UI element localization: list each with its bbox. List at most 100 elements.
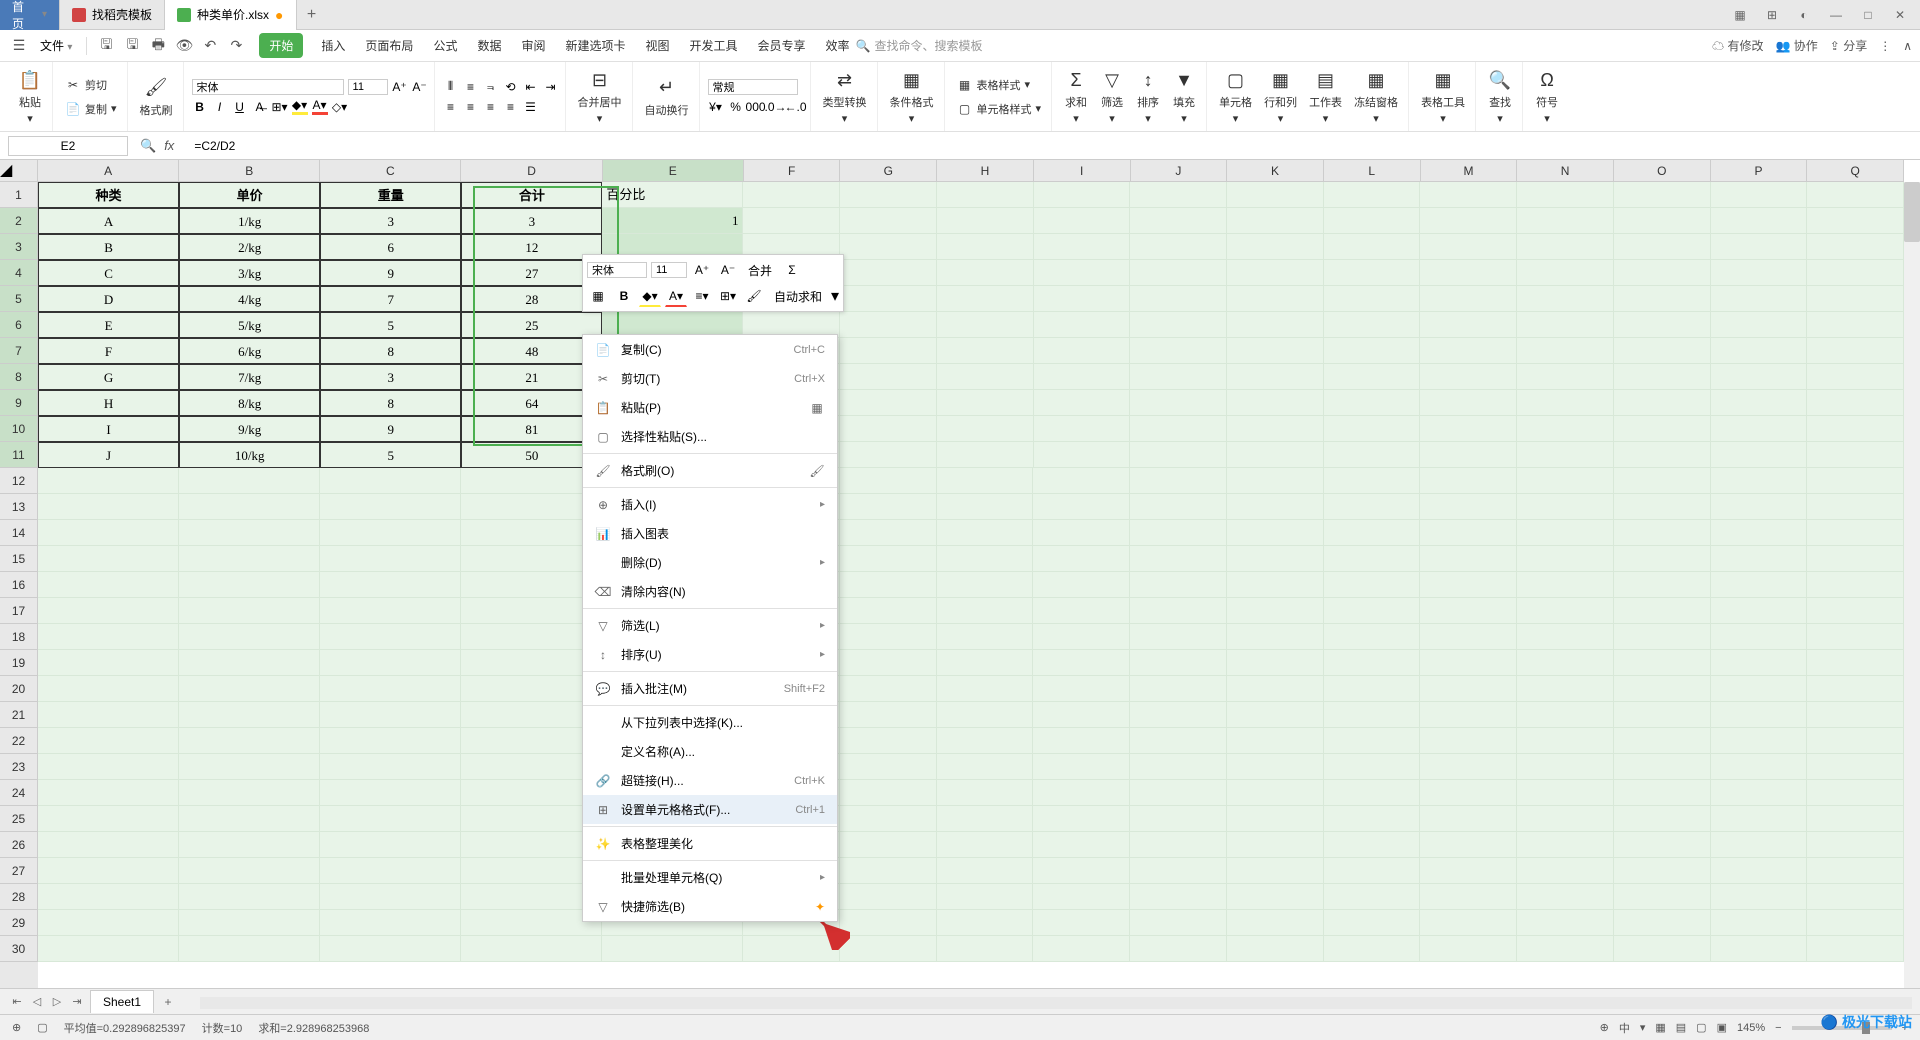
cell-J27[interactable] bbox=[1130, 858, 1227, 884]
row-header-4[interactable]: 4 bbox=[0, 260, 38, 286]
cell-N28[interactable] bbox=[1517, 884, 1614, 910]
fill-button[interactable]: ▼填充▾ bbox=[1168, 66, 1200, 127]
cell-H22[interactable] bbox=[937, 728, 1034, 754]
cell-A13[interactable] bbox=[38, 494, 179, 520]
sheet-first-icon[interactable]: ⇤ bbox=[8, 993, 26, 1011]
row-header-12[interactable]: 12 bbox=[0, 468, 38, 494]
row-header-11[interactable]: 11 bbox=[0, 442, 38, 468]
cell-H10[interactable] bbox=[937, 416, 1034, 442]
status-icon2[interactable]: ▢ bbox=[37, 1021, 47, 1034]
currency-icon[interactable]: ¥▾ bbox=[708, 99, 724, 115]
cell-L22[interactable] bbox=[1324, 728, 1421, 754]
sheet-last-icon[interactable]: ⇥ bbox=[68, 993, 86, 1011]
cell-K23[interactable] bbox=[1227, 754, 1324, 780]
cell-L16[interactable] bbox=[1324, 572, 1421, 598]
cell-J18[interactable] bbox=[1130, 624, 1227, 650]
cell-Q16[interactable] bbox=[1807, 572, 1904, 598]
formula-input[interactable] bbox=[186, 137, 1920, 155]
save-icon[interactable]: 🖫 bbox=[95, 35, 117, 57]
mini-font-select[interactable] bbox=[587, 262, 647, 278]
cell-G4[interactable] bbox=[840, 260, 937, 286]
cell-N4[interactable] bbox=[1517, 260, 1614, 286]
ctx-filter[interactable]: ▽筛选(L)▸ bbox=[583, 611, 837, 640]
cell-M3[interactable] bbox=[1420, 234, 1517, 260]
cell-I13[interactable] bbox=[1033, 494, 1130, 520]
cell-L5[interactable] bbox=[1324, 286, 1421, 312]
cell-J26[interactable] bbox=[1130, 832, 1227, 858]
col-header-F[interactable]: F bbox=[744, 160, 841, 182]
cell-J28[interactable] bbox=[1130, 884, 1227, 910]
cell-I22[interactable] bbox=[1033, 728, 1130, 754]
cell-Q11[interactable] bbox=[1807, 442, 1904, 468]
cell-B22[interactable] bbox=[179, 728, 320, 754]
cell-I8[interactable] bbox=[1034, 364, 1131, 390]
save-as-icon[interactable]: 🖫 bbox=[121, 35, 143, 57]
cell-M22[interactable] bbox=[1420, 728, 1517, 754]
cell-C5[interactable]: 7 bbox=[320, 286, 461, 312]
paste-button[interactable]: 📋粘贴▾ bbox=[14, 66, 46, 127]
cell-O12[interactable] bbox=[1614, 468, 1711, 494]
cell-J2[interactable] bbox=[1130, 208, 1227, 234]
ctx-format-painter[interactable]: 🖌格式刷(O)🖌 bbox=[583, 456, 837, 485]
cell-J5[interactable] bbox=[1130, 286, 1227, 312]
percent-icon[interactable]: % bbox=[728, 99, 744, 115]
cell-L13[interactable] bbox=[1324, 494, 1421, 520]
cell-O23[interactable] bbox=[1614, 754, 1711, 780]
cell-Q7[interactable] bbox=[1807, 338, 1904, 364]
cell-G21[interactable] bbox=[840, 702, 937, 728]
cell-I15[interactable] bbox=[1033, 546, 1130, 572]
cell-K2[interactable] bbox=[1227, 208, 1324, 234]
cell-J16[interactable] bbox=[1130, 572, 1227, 598]
cell-P10[interactable] bbox=[1711, 416, 1808, 442]
cell-L17[interactable] bbox=[1324, 598, 1421, 624]
cell-O1[interactable] bbox=[1614, 182, 1711, 208]
decrease-decimal-icon[interactable]: ←.0 bbox=[788, 99, 804, 115]
cell-H30[interactable] bbox=[937, 936, 1034, 962]
cell-M12[interactable] bbox=[1420, 468, 1517, 494]
cell-J23[interactable] bbox=[1130, 754, 1227, 780]
cell-N5[interactable] bbox=[1517, 286, 1614, 312]
cell-K20[interactable] bbox=[1227, 676, 1324, 702]
cell-Q23[interactable] bbox=[1807, 754, 1904, 780]
cell-Q13[interactable] bbox=[1807, 494, 1904, 520]
name-box[interactable] bbox=[8, 136, 128, 156]
cell-I23[interactable] bbox=[1033, 754, 1130, 780]
ctx-format-cells[interactable]: ⊞设置单元格格式(F)...Ctrl+1 bbox=[583, 795, 837, 824]
fx-icon[interactable]: fx bbox=[164, 138, 174, 154]
cell-L26[interactable] bbox=[1324, 832, 1421, 858]
cell-M20[interactable] bbox=[1420, 676, 1517, 702]
cell-H15[interactable] bbox=[937, 546, 1034, 572]
cell-C25[interactable] bbox=[320, 806, 461, 832]
cell-M17[interactable] bbox=[1420, 598, 1517, 624]
cell-Q26[interactable] bbox=[1807, 832, 1904, 858]
cell-G27[interactable] bbox=[840, 858, 937, 884]
col-header-C[interactable]: C bbox=[320, 160, 461, 182]
row-header-10[interactable]: 10 bbox=[0, 416, 38, 442]
col-header-N[interactable]: N bbox=[1517, 160, 1614, 182]
mini-merge-button[interactable]: 合并 bbox=[743, 259, 777, 281]
cell-N20[interactable] bbox=[1517, 676, 1614, 702]
cell-M29[interactable] bbox=[1420, 910, 1517, 936]
cell-J3[interactable] bbox=[1130, 234, 1227, 260]
format-painter-ext-icon[interactable]: 🖌 bbox=[809, 463, 825, 479]
cell-C24[interactable] bbox=[320, 780, 461, 806]
cell-I3[interactable] bbox=[1034, 234, 1131, 260]
cell-O2[interactable] bbox=[1614, 208, 1711, 234]
cell-A18[interactable] bbox=[38, 624, 179, 650]
cell-Q21[interactable] bbox=[1807, 702, 1904, 728]
cell-N2[interactable] bbox=[1517, 208, 1614, 234]
cell-N13[interactable] bbox=[1517, 494, 1614, 520]
cell-C16[interactable] bbox=[320, 572, 461, 598]
cell-J30[interactable] bbox=[1130, 936, 1227, 962]
lang-indicator[interactable]: 中 bbox=[1619, 1020, 1630, 1036]
ctx-hyperlink[interactable]: 🔗超链接(H)...Ctrl+K bbox=[583, 766, 837, 795]
cell-P5[interactable] bbox=[1711, 286, 1808, 312]
row-header-9[interactable]: 9 bbox=[0, 390, 38, 416]
cell-G30[interactable] bbox=[840, 936, 937, 962]
cell-N8[interactable] bbox=[1517, 364, 1614, 390]
cell-A16[interactable] bbox=[38, 572, 179, 598]
cell-F30[interactable] bbox=[743, 936, 840, 962]
tab-new[interactable]: 新建选项卡 bbox=[563, 33, 627, 58]
cell-Q14[interactable] bbox=[1807, 520, 1904, 546]
cell-C3[interactable]: 6 bbox=[320, 234, 461, 260]
